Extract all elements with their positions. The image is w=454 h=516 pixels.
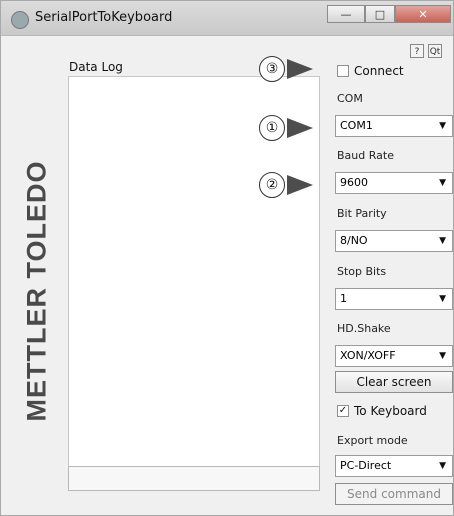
stopbits-select[interactable]: 1 ▼ — [335, 288, 453, 310]
brand-logo: METTLER TOLEDO — [7, 86, 67, 496]
checkbox-box[interactable] — [337, 65, 349, 77]
handshake-select[interactable]: XON/XOFF ▼ — [335, 345, 453, 367]
clear-screen-button[interactable]: Clear screen — [335, 371, 453, 393]
window-controls: — □ ✕ — [327, 5, 451, 25]
chevron-down-icon: ▼ — [439, 294, 446, 304]
annotation-1: ① — [259, 115, 313, 141]
baud-value: 9600 — [340, 176, 368, 189]
annotation-2: ② — [259, 172, 313, 198]
parity-label: Bit Parity — [337, 207, 387, 220]
arrow-icon — [287, 175, 313, 195]
com-value: COM1 — [340, 119, 373, 132]
connect-checkbox[interactable]: Connect — [337, 64, 404, 78]
parity-select[interactable]: 8/NO ▼ — [335, 230, 453, 252]
chevron-down-icon: ▼ — [439, 351, 446, 361]
annotation-number: ③ — [259, 56, 285, 82]
brand-text: METTLER TOLEDO — [21, 160, 52, 422]
title-bar: SerialPortToKeyboard — □ ✕ — [1, 1, 453, 36]
minimize-button[interactable]: — — [327, 5, 365, 23]
send-command-button[interactable]: Send command — [335, 483, 453, 505]
connect-label: Connect — [354, 64, 404, 78]
window-title: SerialPortToKeyboard — [35, 10, 173, 25]
qt-icon[interactable]: Qt — [428, 44, 442, 58]
top-right-icons: ? Qt — [410, 44, 442, 58]
export-mode-label: Export mode — [337, 434, 408, 447]
client-area: METTLER TOLEDO Data Log ? Qt Connect COM… — [1, 36, 453, 515]
com-select[interactable]: COM1 ▼ — [335, 115, 453, 137]
handshake-label: HD.Shake — [337, 322, 391, 335]
chevron-down-icon: ▼ — [439, 178, 446, 188]
stopbits-value: 1 — [340, 292, 347, 305]
command-input[interactable] — [68, 466, 320, 491]
baud-select[interactable]: 9600 ▼ — [335, 172, 453, 194]
app-icon — [11, 11, 29, 29]
checkbox-box[interactable]: ✓ — [337, 405, 349, 417]
chevron-down-icon: ▼ — [439, 121, 446, 131]
parity-value: 8/NO — [340, 234, 368, 247]
close-button[interactable]: ✕ — [395, 5, 451, 23]
maximize-button[interactable]: □ — [365, 5, 395, 23]
to-keyboard-checkbox[interactable]: ✓ To Keyboard — [337, 404, 427, 418]
arrow-icon — [287, 59, 313, 79]
chevron-down-icon: ▼ — [439, 236, 446, 246]
stopbits-label: Stop Bits — [337, 265, 387, 278]
baud-label: Baud Rate — [337, 149, 394, 162]
annotation-3: ③ — [259, 56, 313, 82]
com-label: COM — [337, 92, 363, 105]
export-mode-value: PC-Direct — [340, 459, 392, 472]
annotation-number: ① — [259, 115, 285, 141]
arrow-icon — [287, 118, 313, 138]
handshake-value: XON/XOFF — [340, 349, 396, 362]
export-mode-select[interactable]: PC-Direct ▼ — [335, 455, 453, 477]
app-window: SerialPortToKeyboard — □ ✕ METTLER TOLED… — [0, 0, 454, 516]
to-keyboard-label: To Keyboard — [354, 404, 427, 418]
help-icon[interactable]: ? — [410, 44, 424, 58]
chevron-down-icon: ▼ — [439, 461, 446, 471]
data-log-label: Data Log — [69, 60, 123, 74]
annotation-number: ② — [259, 172, 285, 198]
